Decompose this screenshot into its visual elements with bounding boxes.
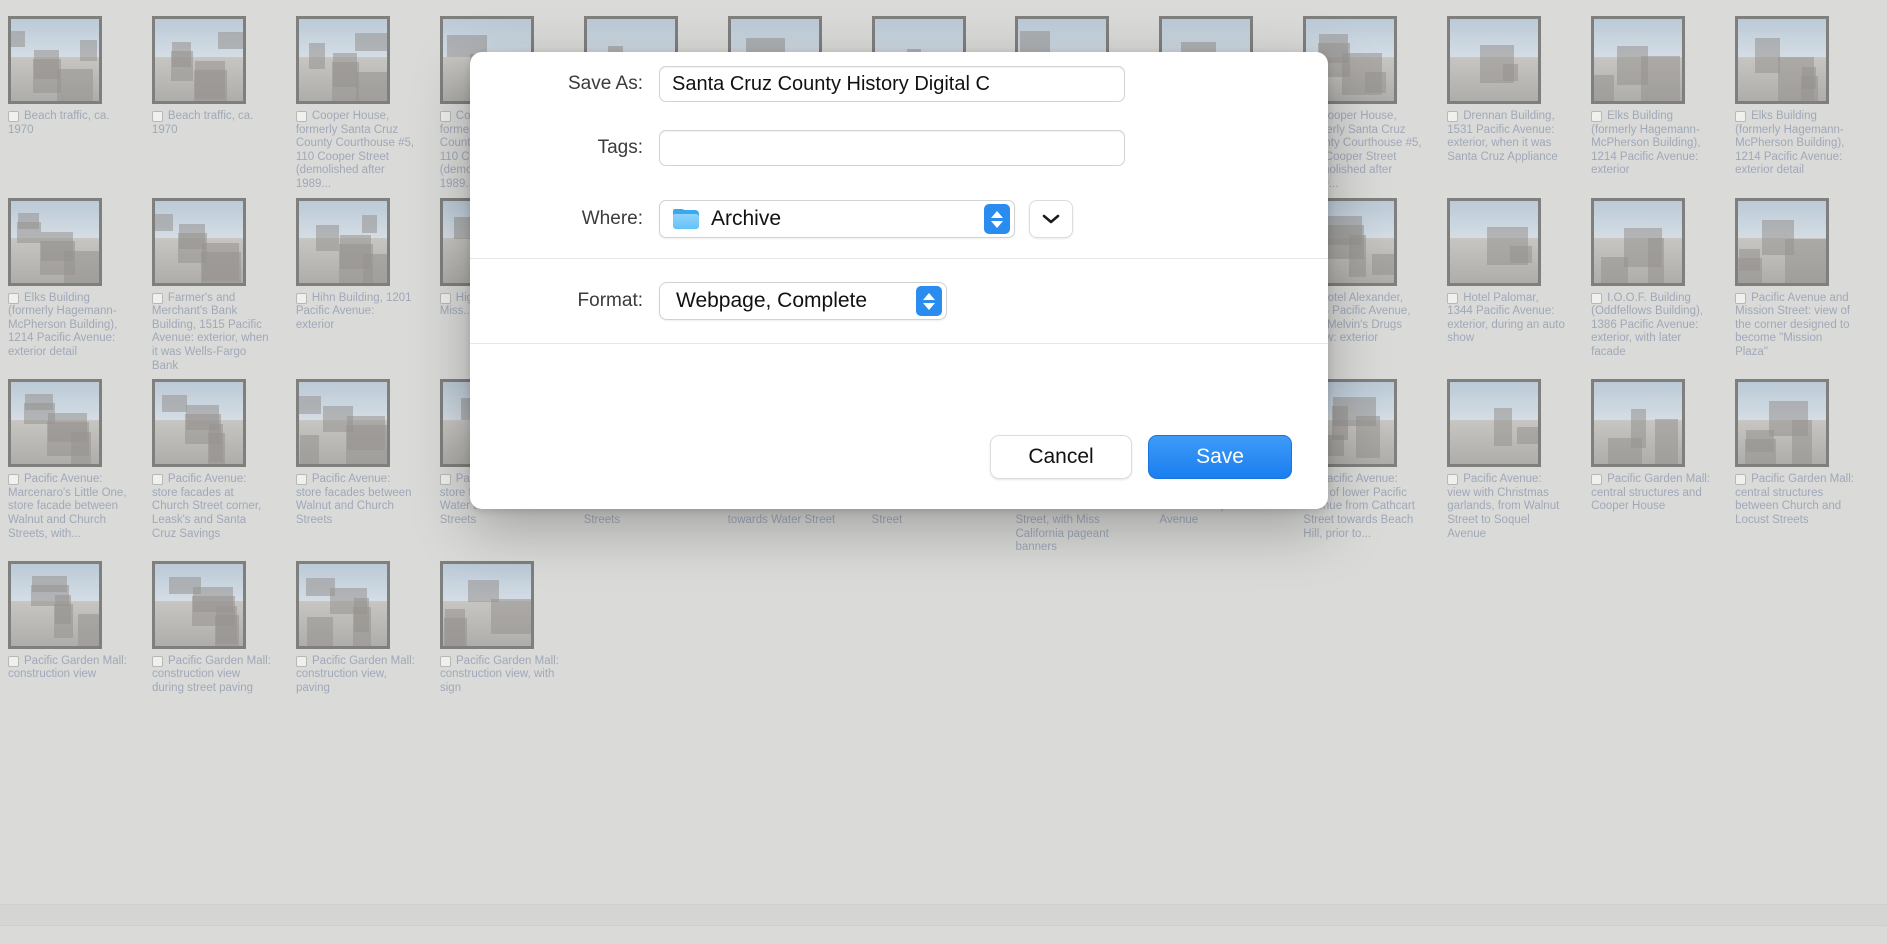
dialog-button-bar: Cancel Save bbox=[470, 405, 1328, 509]
where-location-popup[interactable]: Archive bbox=[659, 200, 1015, 238]
save-as-input[interactable]: Santa Cruz County History Digital C bbox=[659, 66, 1125, 102]
where-location-value: Archive bbox=[711, 207, 782, 230]
save-button[interactable]: Save bbox=[1148, 435, 1292, 479]
dialog-fields: Save As: Santa Cruz County History Digit… bbox=[470, 52, 1328, 258]
folder-icon bbox=[673, 209, 699, 229]
where-label: Where: bbox=[581, 208, 643, 229]
tags-input[interactable] bbox=[659, 130, 1125, 166]
format-popup[interactable]: Webpage, Complete bbox=[659, 282, 947, 320]
expand-browser-button[interactable] bbox=[1029, 200, 1073, 238]
format-value: Webpage, Complete bbox=[676, 289, 868, 312]
format-label: Format: bbox=[577, 290, 643, 311]
tags-row: Tags: bbox=[506, 116, 1292, 180]
where-controls: Archive bbox=[659, 200, 1073, 238]
save-as-dialog: Save As: Santa Cruz County History Digit… bbox=[470, 52, 1328, 509]
tags-label: Tags: bbox=[597, 137, 643, 158]
save-as-row: Save As: Santa Cruz County History Digit… bbox=[506, 52, 1292, 116]
where-row: Where: Archive bbox=[506, 180, 1292, 258]
updown-stepper-icon[interactable] bbox=[984, 204, 1010, 234]
save-as-label: Save As: bbox=[568, 73, 643, 94]
cancel-button[interactable]: Cancel bbox=[990, 435, 1132, 479]
format-row: Format: Webpage, Complete bbox=[470, 259, 1328, 343]
chevron-down-icon bbox=[1042, 214, 1060, 224]
dialog-divider-bottom bbox=[470, 343, 1328, 344]
updown-stepper-icon[interactable] bbox=[916, 286, 942, 316]
